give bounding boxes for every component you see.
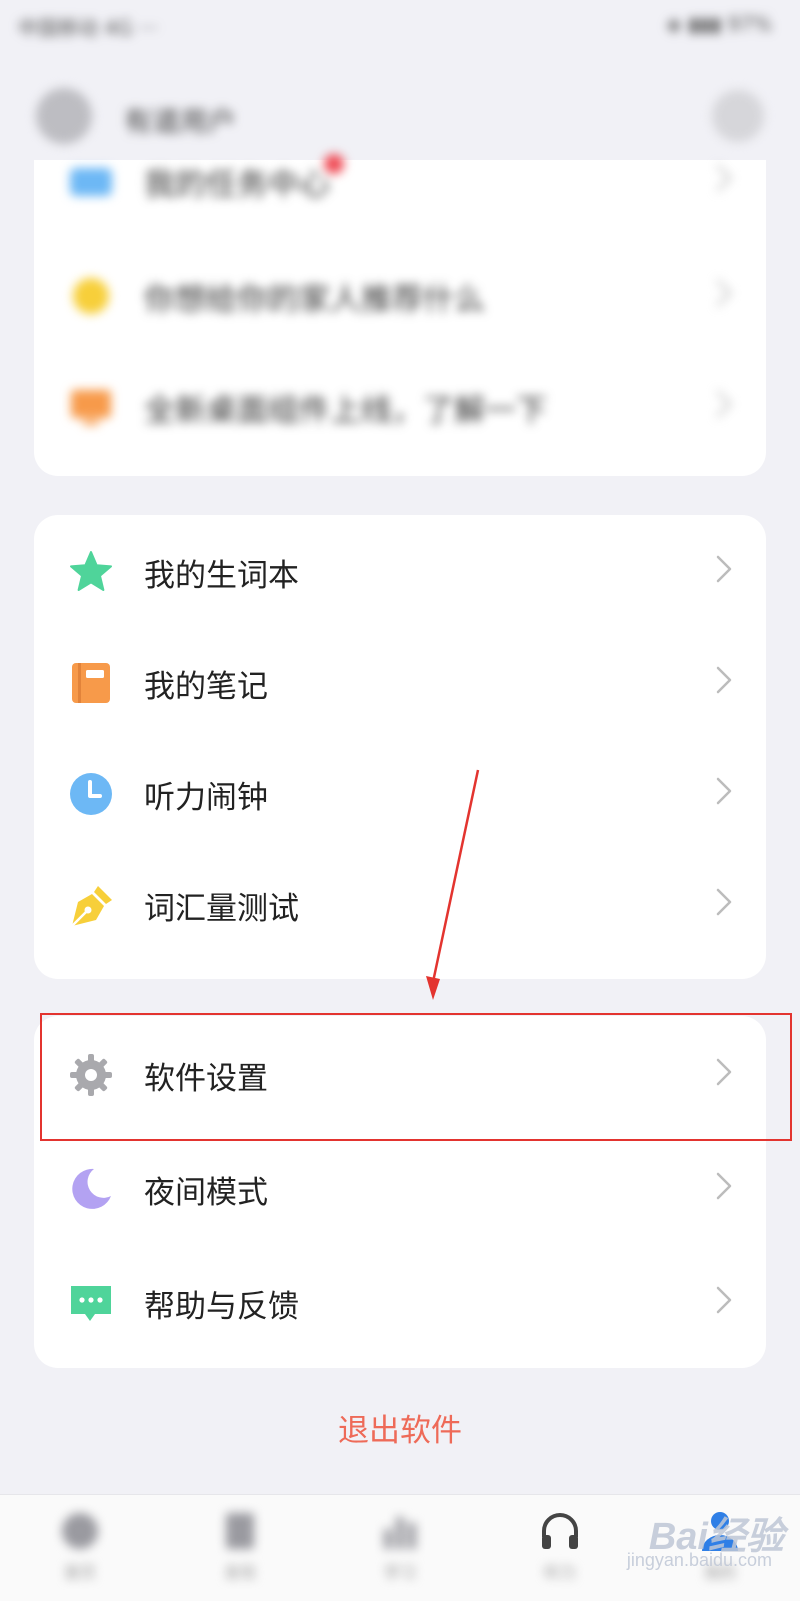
tab-home[interactable]: 首页 <box>10 1503 150 1595</box>
promo-item-label: 你想给你的家人推荐什么 <box>144 282 485 318</box>
menu-item-night-mode[interactable]: 夜间模式 <box>34 1132 766 1244</box>
status-bar: 中国移动 4G ··· ◈ ▮▮▮ 97% <box>0 0 800 50</box>
tab-discover[interactable]: 发现 <box>170 1503 310 1595</box>
sun-icon <box>73 278 109 314</box>
promo-item-label: 全新桌面组件上线，了解一下 <box>144 393 547 429</box>
status-bar-right: ◈ ▮▮▮ 97% <box>666 12 772 36</box>
chart-icon <box>384 1517 416 1549</box>
tab-label: 听力 <box>543 1563 576 1582</box>
tab-label: 首页 <box>63 1563 96 1582</box>
card-icon <box>70 168 112 196</box>
chevron-right-icon <box>716 888 732 916</box>
promo-item-widget[interactable]: 全新桌面组件上线，了解一下 <box>34 350 766 462</box>
pen-nib-icon <box>71 886 112 927</box>
chevron-right-icon <box>716 1172 732 1200</box>
chevron-right-icon <box>716 777 732 805</box>
menu-item-listening-alarm[interactable]: 听力闹钟 <box>34 737 766 849</box>
menu-item-vocab-test[interactable]: 词汇量测试 <box>34 848 766 960</box>
promo-item-label: 我的任务中心 <box>144 167 330 203</box>
chevron-right-icon <box>716 390 732 418</box>
menu-item-label: 夜间模式 <box>144 1175 268 1211</box>
menu-item-wordbook[interactable]: 我的生词本 <box>34 515 766 627</box>
chevron-right-icon <box>716 164 732 192</box>
menu-item-label: 我的笔记 <box>144 669 268 705</box>
home-icon <box>62 1513 98 1549</box>
promo-item-recommend[interactable]: 你想给你的家人推荐什么 <box>34 239 766 351</box>
menu-item-help-feedback[interactable]: 帮助与反馈 <box>34 1246 766 1358</box>
menu-item-label: 听力闹钟 <box>144 780 268 816</box>
chat-icon <box>71 1286 111 1321</box>
chevron-right-icon <box>716 1286 732 1314</box>
menu-item-label: 帮助与反馈 <box>144 1289 299 1325</box>
star-icon <box>70 551 112 591</box>
tab-learn[interactable]: 学习 <box>330 1503 470 1595</box>
menu-item-notes[interactable]: 我的笔记 <box>34 626 766 738</box>
menu-item-label: 词汇量测试 <box>144 891 299 927</box>
highlight-box <box>40 1013 792 1141</box>
tab-label: 学习 <box>383 1563 416 1582</box>
red-dot-badge <box>324 154 344 174</box>
clock-icon <box>70 773 112 815</box>
tools-card: 我的生词本 我的笔记 听力闹钟 词汇量测试 <box>34 515 766 979</box>
exit-button[interactable]: 退出软件 <box>0 1405 800 1450</box>
promo-item-task-center[interactable]: 我的任务中心 <box>34 124 766 236</box>
monitor-icon <box>71 390 111 425</box>
book-icon <box>226 1513 254 1549</box>
chevron-right-icon <box>716 666 732 694</box>
menu-item-label: 我的生词本 <box>144 558 299 594</box>
chevron-right-icon <box>716 555 732 583</box>
moon-icon <box>72 1168 111 1209</box>
status-bar-left: 中国移动 4G ··· <box>18 16 159 40</box>
watermark-url: jingyan.baidu.com <box>626 1550 772 1570</box>
headphones-icon <box>542 1513 578 1549</box>
notebook-icon <box>72 663 110 703</box>
promo-card: 我的任务中心 你想给你的家人推荐什么 全新桌面组件上线，了解一下 <box>34 154 766 476</box>
tab-listening[interactable]: 听力 <box>490 1503 630 1595</box>
chevron-right-icon <box>716 279 732 307</box>
tab-label: 发现 <box>223 1563 256 1582</box>
